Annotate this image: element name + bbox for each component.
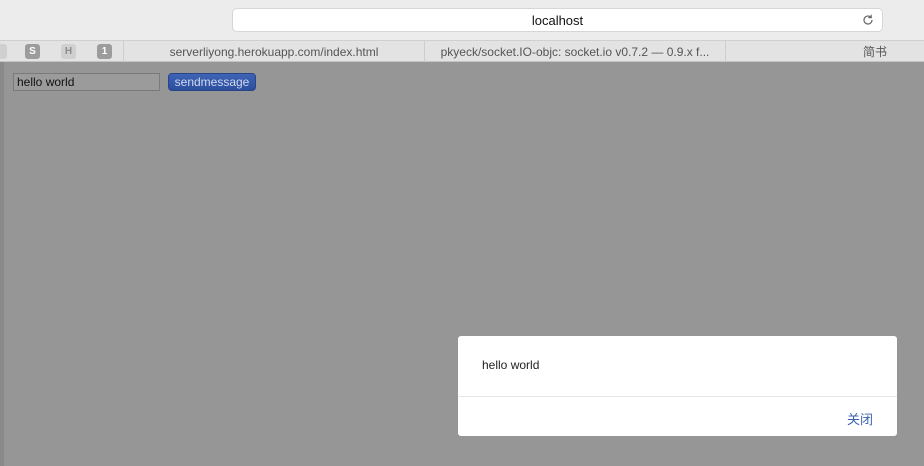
tab-socket-io[interactable]: pkyeck/socket.IO-objc: socket.io v0.7.2 … [425, 41, 725, 62]
browser-toolbar: localhost [0, 0, 924, 40]
address-text: localhost [531, 12, 584, 28]
tab-server[interactable]: serverliyong.herokuapp.com/index.html [124, 41, 424, 62]
page-edge [0, 62, 4, 466]
message-input[interactable] [13, 73, 160, 91]
bookmark-h-icon[interactable]: H [61, 44, 76, 59]
dialog-message: hello world [482, 358, 540, 372]
tab-jianshu[interactable]: 简书 [726, 41, 924, 62]
send-message-button[interactable]: sendmessage [168, 73, 256, 91]
address-bar[interactable]: localhost [232, 8, 883, 32]
favorites-bar: S H 1 serverliyong.herokuapp.com/index.h… [0, 40, 924, 62]
bookmark-icon[interactable] [0, 44, 7, 59]
bookmark-1-icon[interactable]: 1 [97, 44, 112, 59]
bookmark-s-icon[interactable]: S [25, 44, 40, 59]
reload-icon[interactable] [861, 13, 875, 27]
dialog-divider [458, 396, 897, 397]
alert-dialog: hello world 关闭 [458, 336, 897, 436]
dialog-close-button[interactable]: 关闭 [847, 409, 873, 428]
